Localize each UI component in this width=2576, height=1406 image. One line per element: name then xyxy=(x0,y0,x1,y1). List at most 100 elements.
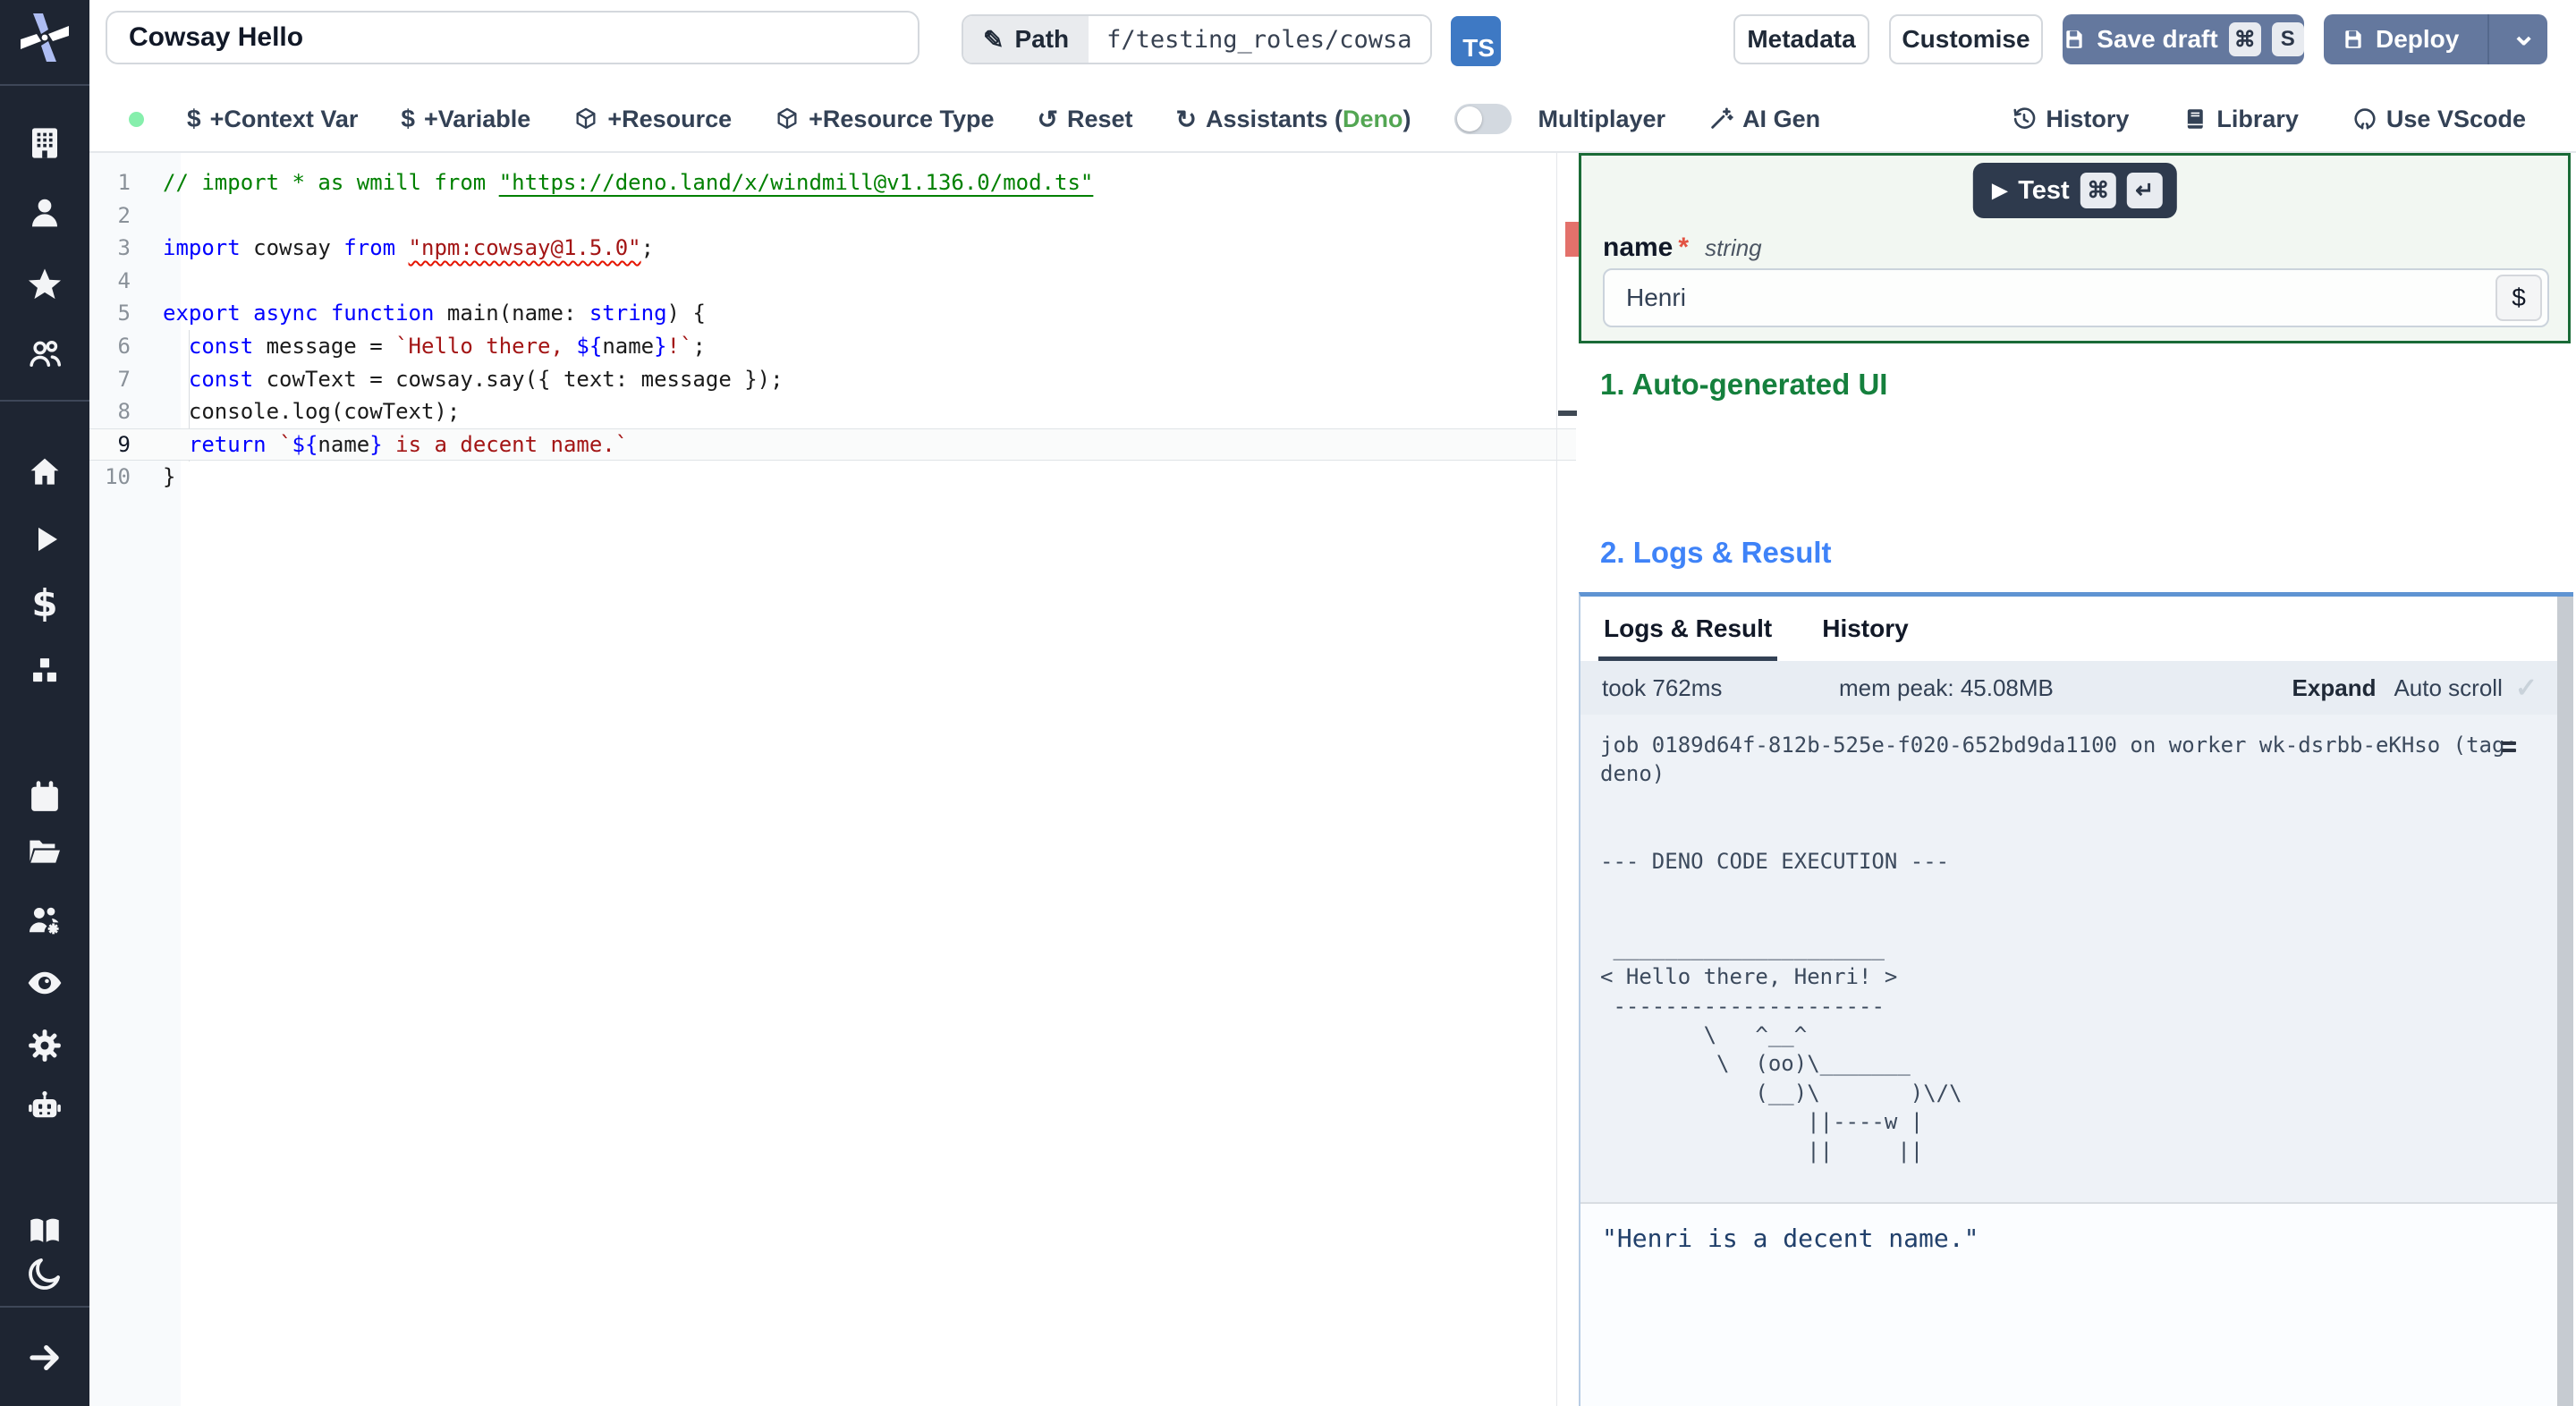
line-number: 7 xyxy=(117,366,131,392)
variable-picker-button[interactable]: $ xyxy=(2496,275,2542,321)
code-line[interactable]: 6 const message = `Hello there, ${name}!… xyxy=(89,330,1576,363)
dollar-icon: $ xyxy=(187,105,201,132)
sidebar-item-play[interactable] xyxy=(26,521,64,558)
cmd-key-badge: ⌘ xyxy=(2080,173,2116,208)
sidebar-item-book-open[interactable] xyxy=(26,1212,64,1249)
code-line[interactable]: 5 export async function main(name: string… xyxy=(89,297,1576,330)
metadata-button[interactable]: Metadata xyxy=(1733,14,1869,64)
multiplayer-toggle[interactable] xyxy=(1453,104,1512,134)
windmill-logo-icon[interactable] xyxy=(18,11,72,64)
cmd-key-badge: ⌘ xyxy=(2228,22,2261,56)
script-title-input[interactable] xyxy=(106,11,919,64)
sidebar-item-users-gear[interactable] xyxy=(26,902,64,940)
assistant-language: Deno xyxy=(1343,105,1403,132)
sidebar-item-cubes[interactable] xyxy=(26,652,64,690)
sidebar-item-user[interactable] xyxy=(26,194,64,232)
required-asterisk: * xyxy=(1678,233,1690,262)
toggle-knob xyxy=(1456,106,1482,131)
memory-stat: mem peak: 45.08MB xyxy=(1839,673,2054,701)
book-icon xyxy=(2182,106,2207,131)
code-text: const cowText = cowsay.say({ text: messa… xyxy=(188,366,784,392)
sidebar-divider xyxy=(0,84,89,86)
code-line[interactable]: 10} xyxy=(89,461,1576,494)
sidebar-item-arrow-right[interactable] xyxy=(26,1339,64,1376)
sidebar-item-calendar[interactable] xyxy=(26,779,64,817)
add-context-var-button[interactable]: $ +Context Var xyxy=(187,105,358,133)
test-button[interactable]: ▶ Test ⌘ ↵ xyxy=(1972,163,2177,218)
sidebar-item-eye[interactable] xyxy=(26,964,64,1002)
run-stats-bar: took 762ms mem peak: 45.08MB Expand Auto… xyxy=(1580,661,2573,715)
star-icon xyxy=(26,266,64,303)
add-variable-button[interactable]: $ +Variable xyxy=(401,105,530,133)
assistants-button[interactable]: ↻ Assistants (Deno) xyxy=(1176,105,1411,134)
sidebar-item-star[interactable] xyxy=(26,266,64,303)
sidebar-item-folder-open[interactable] xyxy=(26,832,64,869)
play-icon xyxy=(26,521,64,558)
argument-input[interactable] xyxy=(1603,268,2549,327)
overview-ruler xyxy=(1556,153,1557,1406)
save-draft-button[interactable]: Save draft ⌘ S xyxy=(2063,14,2304,64)
autoscroll-label[interactable]: Auto scroll xyxy=(2394,674,2502,702)
code-line[interactable]: 8 console.log(cowText); xyxy=(89,395,1576,428)
code-line[interactable]: 3 import cowsay from "npm:cowsay@1.5.0"; xyxy=(89,232,1576,265)
path-button[interactable]: ✎ Path f/testing_roles/cowsa xyxy=(962,14,1432,64)
users-icon xyxy=(26,335,64,373)
deploy-divider xyxy=(2487,14,2490,64)
sidebar-item-users[interactable] xyxy=(26,335,64,373)
save-icon xyxy=(2063,28,2086,51)
result-output[interactable]: "Henri is a decent name." xyxy=(1580,1202,2573,1406)
sidebar xyxy=(0,0,89,1406)
log-output[interactable]: job 0189d64f-812b-525e-f020-652bd9da1100… xyxy=(1580,715,2573,1202)
logs-tabs: Logs & Result History xyxy=(1580,597,2573,661)
check-icon[interactable]: ✓ xyxy=(2515,673,2538,704)
deploy-dropdown-button[interactable]: ⌄ xyxy=(2500,14,2547,64)
line-number: 8 xyxy=(117,399,131,425)
sidebar-item-gear[interactable] xyxy=(26,1027,64,1064)
chevron-down-icon: ⌄ xyxy=(2511,18,2537,52)
tab-logs-result[interactable]: Logs & Result xyxy=(1597,597,1778,661)
add-resource-button[interactable]: +Resource xyxy=(573,106,732,133)
eye-icon xyxy=(26,964,64,1002)
customise-button[interactable]: Customise xyxy=(1889,14,2043,64)
sidebar-item-dollar[interactable] xyxy=(26,585,64,623)
sidebar-item-robot[interactable] xyxy=(26,1088,64,1125)
sidebar-item-building[interactable] xyxy=(26,124,64,162)
history-button[interactable]: History xyxy=(2012,106,2129,133)
use-vscode-button[interactable]: Use VScode xyxy=(2352,106,2526,133)
github-icon xyxy=(2352,106,2377,131)
dollar-icon xyxy=(26,585,64,623)
code-line[interactable]: 2 xyxy=(89,199,1576,233)
reset-button[interactable]: ↺ Reset xyxy=(1037,105,1132,134)
sidebar-item-home[interactable] xyxy=(26,453,64,491)
add-resource-type-button[interactable]: +Resource Type xyxy=(775,106,994,133)
log-lines-icon[interactable] xyxy=(2502,741,2516,756)
logs-scrollbar[interactable] xyxy=(2557,597,2573,1406)
sidebar-divider xyxy=(0,1306,89,1308)
deploy-button[interactable]: Deploy ⌄ xyxy=(2324,14,2547,64)
code-text: import cowsay from "npm:cowsay@1.5.0"; xyxy=(163,235,655,261)
cube-icon xyxy=(775,106,800,131)
sidebar-divider xyxy=(0,400,89,402)
path-label: ✎ Path xyxy=(963,16,1089,63)
argument-type: string xyxy=(1705,234,1762,261)
tab-history[interactable]: History xyxy=(1822,597,1908,661)
home-icon xyxy=(26,453,64,491)
code-editor[interactable]: 1 // import * as wmill from "https://deno… xyxy=(89,153,1579,1406)
path-value: f/testing_roles/cowsa xyxy=(1089,16,1430,63)
history-icon xyxy=(2012,106,2037,131)
code-line[interactable]: 7 const cowText = cowsay.say({ text: mes… xyxy=(89,363,1576,396)
ai-gen-button[interactable]: AI Gen xyxy=(1708,106,1820,133)
moon-icon xyxy=(26,1255,64,1292)
sidebar-item-moon[interactable] xyxy=(26,1255,64,1292)
enter-key-badge: ↵ xyxy=(2126,173,2163,208)
code-text: return `${name} is a decent name.` xyxy=(188,431,629,457)
multiplayer-label[interactable]: Multiplayer xyxy=(1538,106,1666,133)
robot-icon xyxy=(26,1088,64,1125)
code-line[interactable]: 1 // import * as wmill from "https://deno… xyxy=(89,166,1576,199)
code-line[interactable]: 4 xyxy=(89,265,1576,298)
code-line[interactable]: 9 return `${name} is a decent name.` xyxy=(89,428,1576,462)
library-button[interactable]: Library xyxy=(2182,106,2299,133)
status-dot xyxy=(129,111,144,127)
expand-button[interactable]: Expand xyxy=(2292,674,2377,702)
